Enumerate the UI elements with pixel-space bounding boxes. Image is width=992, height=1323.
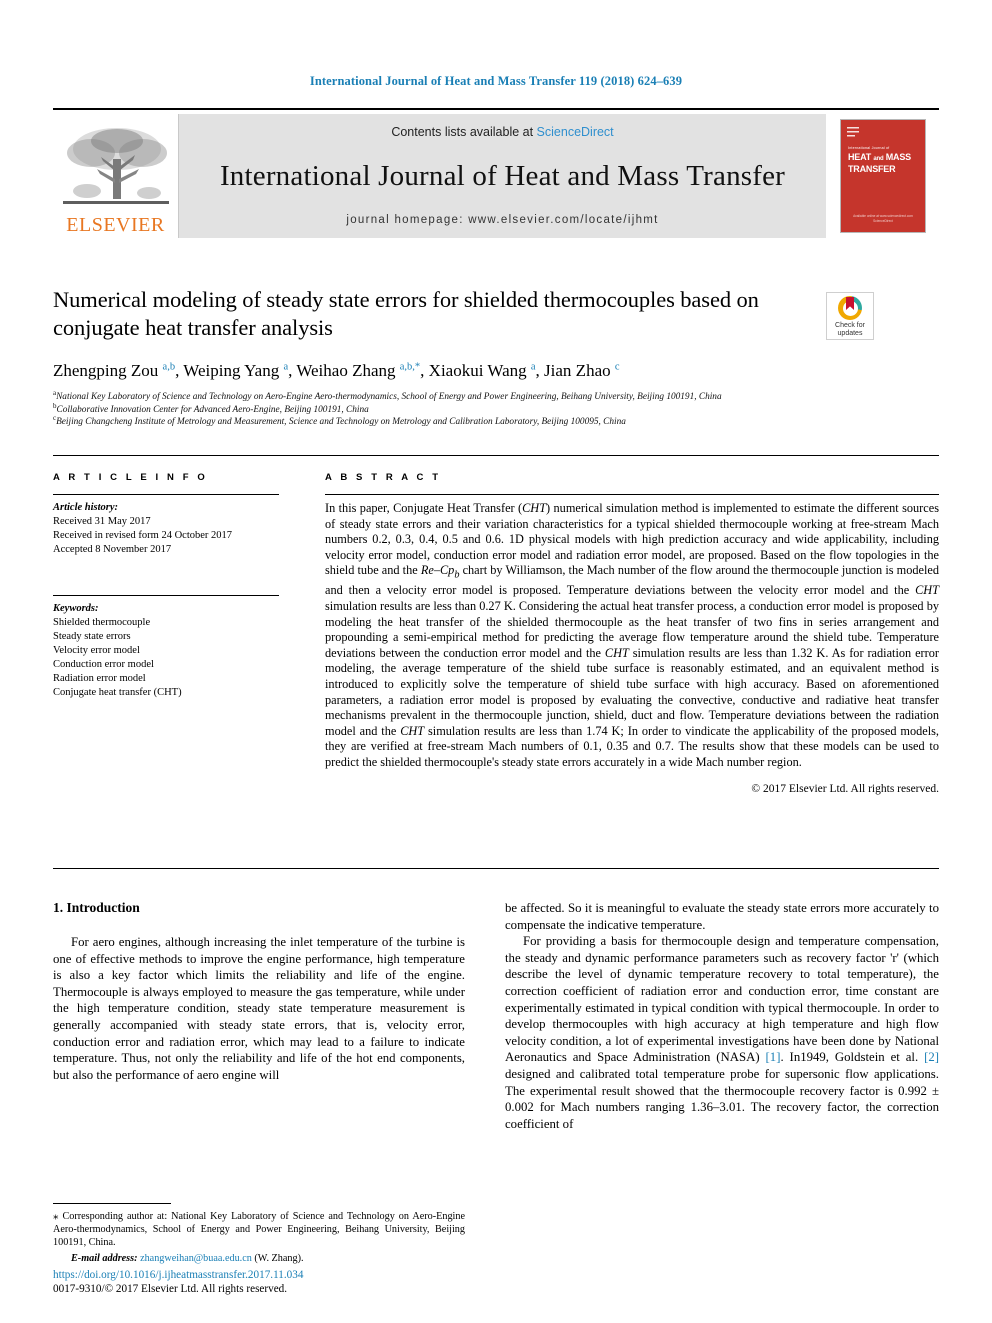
issn-copyright-line: 0017-9310/© 2017 Elsevier Ltd. All right… [53, 1283, 288, 1295]
crossmark-label: Check for updates [835, 322, 865, 338]
contents-prefix: Contents lists available at [391, 125, 537, 139]
elsevier-logo: ELSEVIER [53, 114, 179, 238]
article-history-accepted: Accepted 8 November 2017 [53, 544, 172, 555]
journal-masthead: ELSEVIER Contents lists available at Sci… [53, 108, 939, 238]
keywords-label: Keywords: [53, 603, 99, 614]
keywords-block: Keywords: Shielded thermocouple Steady s… [53, 595, 279, 700]
crossmark-bookmark-icon [846, 297, 854, 310]
sciencedirect-link[interactable]: ScienceDirect [537, 125, 614, 139]
keyword-item: Conduction error model [53, 659, 154, 670]
body-paragraph: be affected. So it is meaningful to eval… [505, 901, 939, 932]
body-column-left: 1. Introduction For aero engines, althou… [53, 900, 465, 1083]
author-list: Zhengping Zou a,b, Weiping Yang a, Weiha… [53, 361, 620, 380]
abstract-text: In this paper, Conjugate Heat Transfer (… [325, 501, 940, 769]
affiliation-list: aNational Key Laboratory of Science and … [53, 389, 813, 429]
info-abstract-bottom-rule [53, 868, 939, 869]
cover-title-mass: MASS [885, 152, 911, 162]
keyword-item: Shielded thermocouple [53, 617, 151, 628]
affiliation-b: bCollaborative Innovation Center for Adv… [53, 402, 813, 417]
footnote-block: ⁎ Corresponding author at: National Key … [53, 1203, 465, 1265]
affiliation-a: aNational Key Laboratory of Science and … [53, 389, 813, 404]
body-column-right: be affected. So it is meaningful to eval… [505, 900, 939, 1132]
article-info-column: Article history: Received 31 May 2017 Re… [53, 494, 279, 700]
section-heading-introduction: 1. Introduction [53, 900, 140, 915]
abstract-heading: A B S T R A C T [325, 472, 442, 483]
cover-title-heat: HEAT [848, 152, 872, 162]
affiliation-text-a: National Key Laboratory of Science and T… [56, 392, 722, 402]
cover-elsevier-icon [847, 125, 863, 141]
doi-link[interactable]: https://doi.org/10.1016/j.ijheatmasstran… [53, 1268, 465, 1282]
keyword-item: Velocity error model [53, 645, 140, 656]
footnote-rule [53, 1203, 171, 1204]
affiliation-text-b: Collaborative Innovation Center for Adva… [56, 404, 369, 415]
body-paragraph: For providing a basis for thermocouple d… [505, 934, 939, 1131]
email-suffix: (W. Zhang). [254, 1253, 304, 1264]
doi-block: https://doi.org/10.1016/j.ijheatmasstran… [53, 1268, 465, 1296]
journal-homepage-link[interactable]: journal homepage: www.elsevier.com/locat… [346, 214, 658, 226]
crossmark-badge[interactable]: Check for updates [826, 292, 874, 340]
affiliation-text-c: Beijing Changcheng Institute of Metrolog… [56, 417, 626, 428]
article-history-received: Received 31 May 2017 [53, 516, 151, 527]
title-block: Numerical modeling of steady state error… [53, 286, 813, 429]
article-history-label: Article history: [53, 502, 119, 513]
article-history-rule [53, 494, 279, 495]
email-note: E-mail address: zhangweihan@buaa.edu.cn … [53, 1252, 465, 1265]
info-abstract-top-rule [53, 455, 939, 456]
keyword-item: Conjugate heat transfer (CHT) [53, 687, 182, 698]
crossmark-label-line2: updates [837, 330, 863, 337]
crossmark-ring-icon [838, 296, 862, 320]
email-label: E-mail address: [71, 1253, 138, 1264]
journal-cover-thumbnail: International Journal of HEAT and MASS T… [841, 120, 925, 232]
paper-page: International Journal of Heat and Mass T… [0, 0, 992, 1323]
journal-title: International Journal of Heat and Mass T… [219, 160, 786, 192]
affiliation-c: cBeijing Changcheng Institute of Metrolo… [53, 415, 813, 429]
cover-title-transfer: TRANSFER [848, 164, 896, 174]
cover-footer: Available online at www.sciencedirect.co… [841, 214, 925, 224]
article-info-heading: A R T I C L E I N F O [53, 472, 208, 483]
keyword-item: Radiation error model [53, 673, 146, 684]
abstract-rule [325, 494, 939, 495]
contents-available-line: Contents lists available at ScienceDirec… [391, 125, 613, 139]
cover-title: HEAT and MASS TRANSFER [848, 152, 911, 174]
page-title: Numerical modeling of steady state error… [53, 287, 759, 340]
cover-footer-line2: ScienceDirect [873, 219, 893, 223]
abstract-copyright: © 2017 Elsevier Ltd. All rights reserved… [751, 782, 939, 795]
keywords-rule [53, 595, 279, 596]
elsevier-wordmark: ELSEVIER [66, 214, 165, 236]
cover-title-and: and [873, 156, 884, 162]
cover-supertitle: International Journal of [848, 146, 890, 150]
abstract-column: In this paper, Conjugate Heat Transfer (… [325, 494, 939, 795]
journal-cover-wrap: International Journal of HEAT and MASS T… [826, 114, 939, 238]
corresponding-author-note: ⁎ Corresponding author at: National Key … [53, 1210, 465, 1248]
crossmark-label-line1: Check for [835, 322, 865, 329]
keyword-item: Steady state errors [53, 631, 131, 642]
elsevier-tree-icon [57, 123, 175, 215]
email-address-link[interactable]: zhangweihan@buaa.edu.cn [140, 1253, 252, 1264]
masthead-center: Contents lists available at ScienceDirec… [179, 114, 826, 238]
article-history-revised: Received in revised form 24 October 2017 [53, 530, 233, 541]
body-paragraph: For aero engines, although increasing th… [53, 935, 465, 1082]
running-head: International Journal of Heat and Mass T… [309, 74, 683, 88]
